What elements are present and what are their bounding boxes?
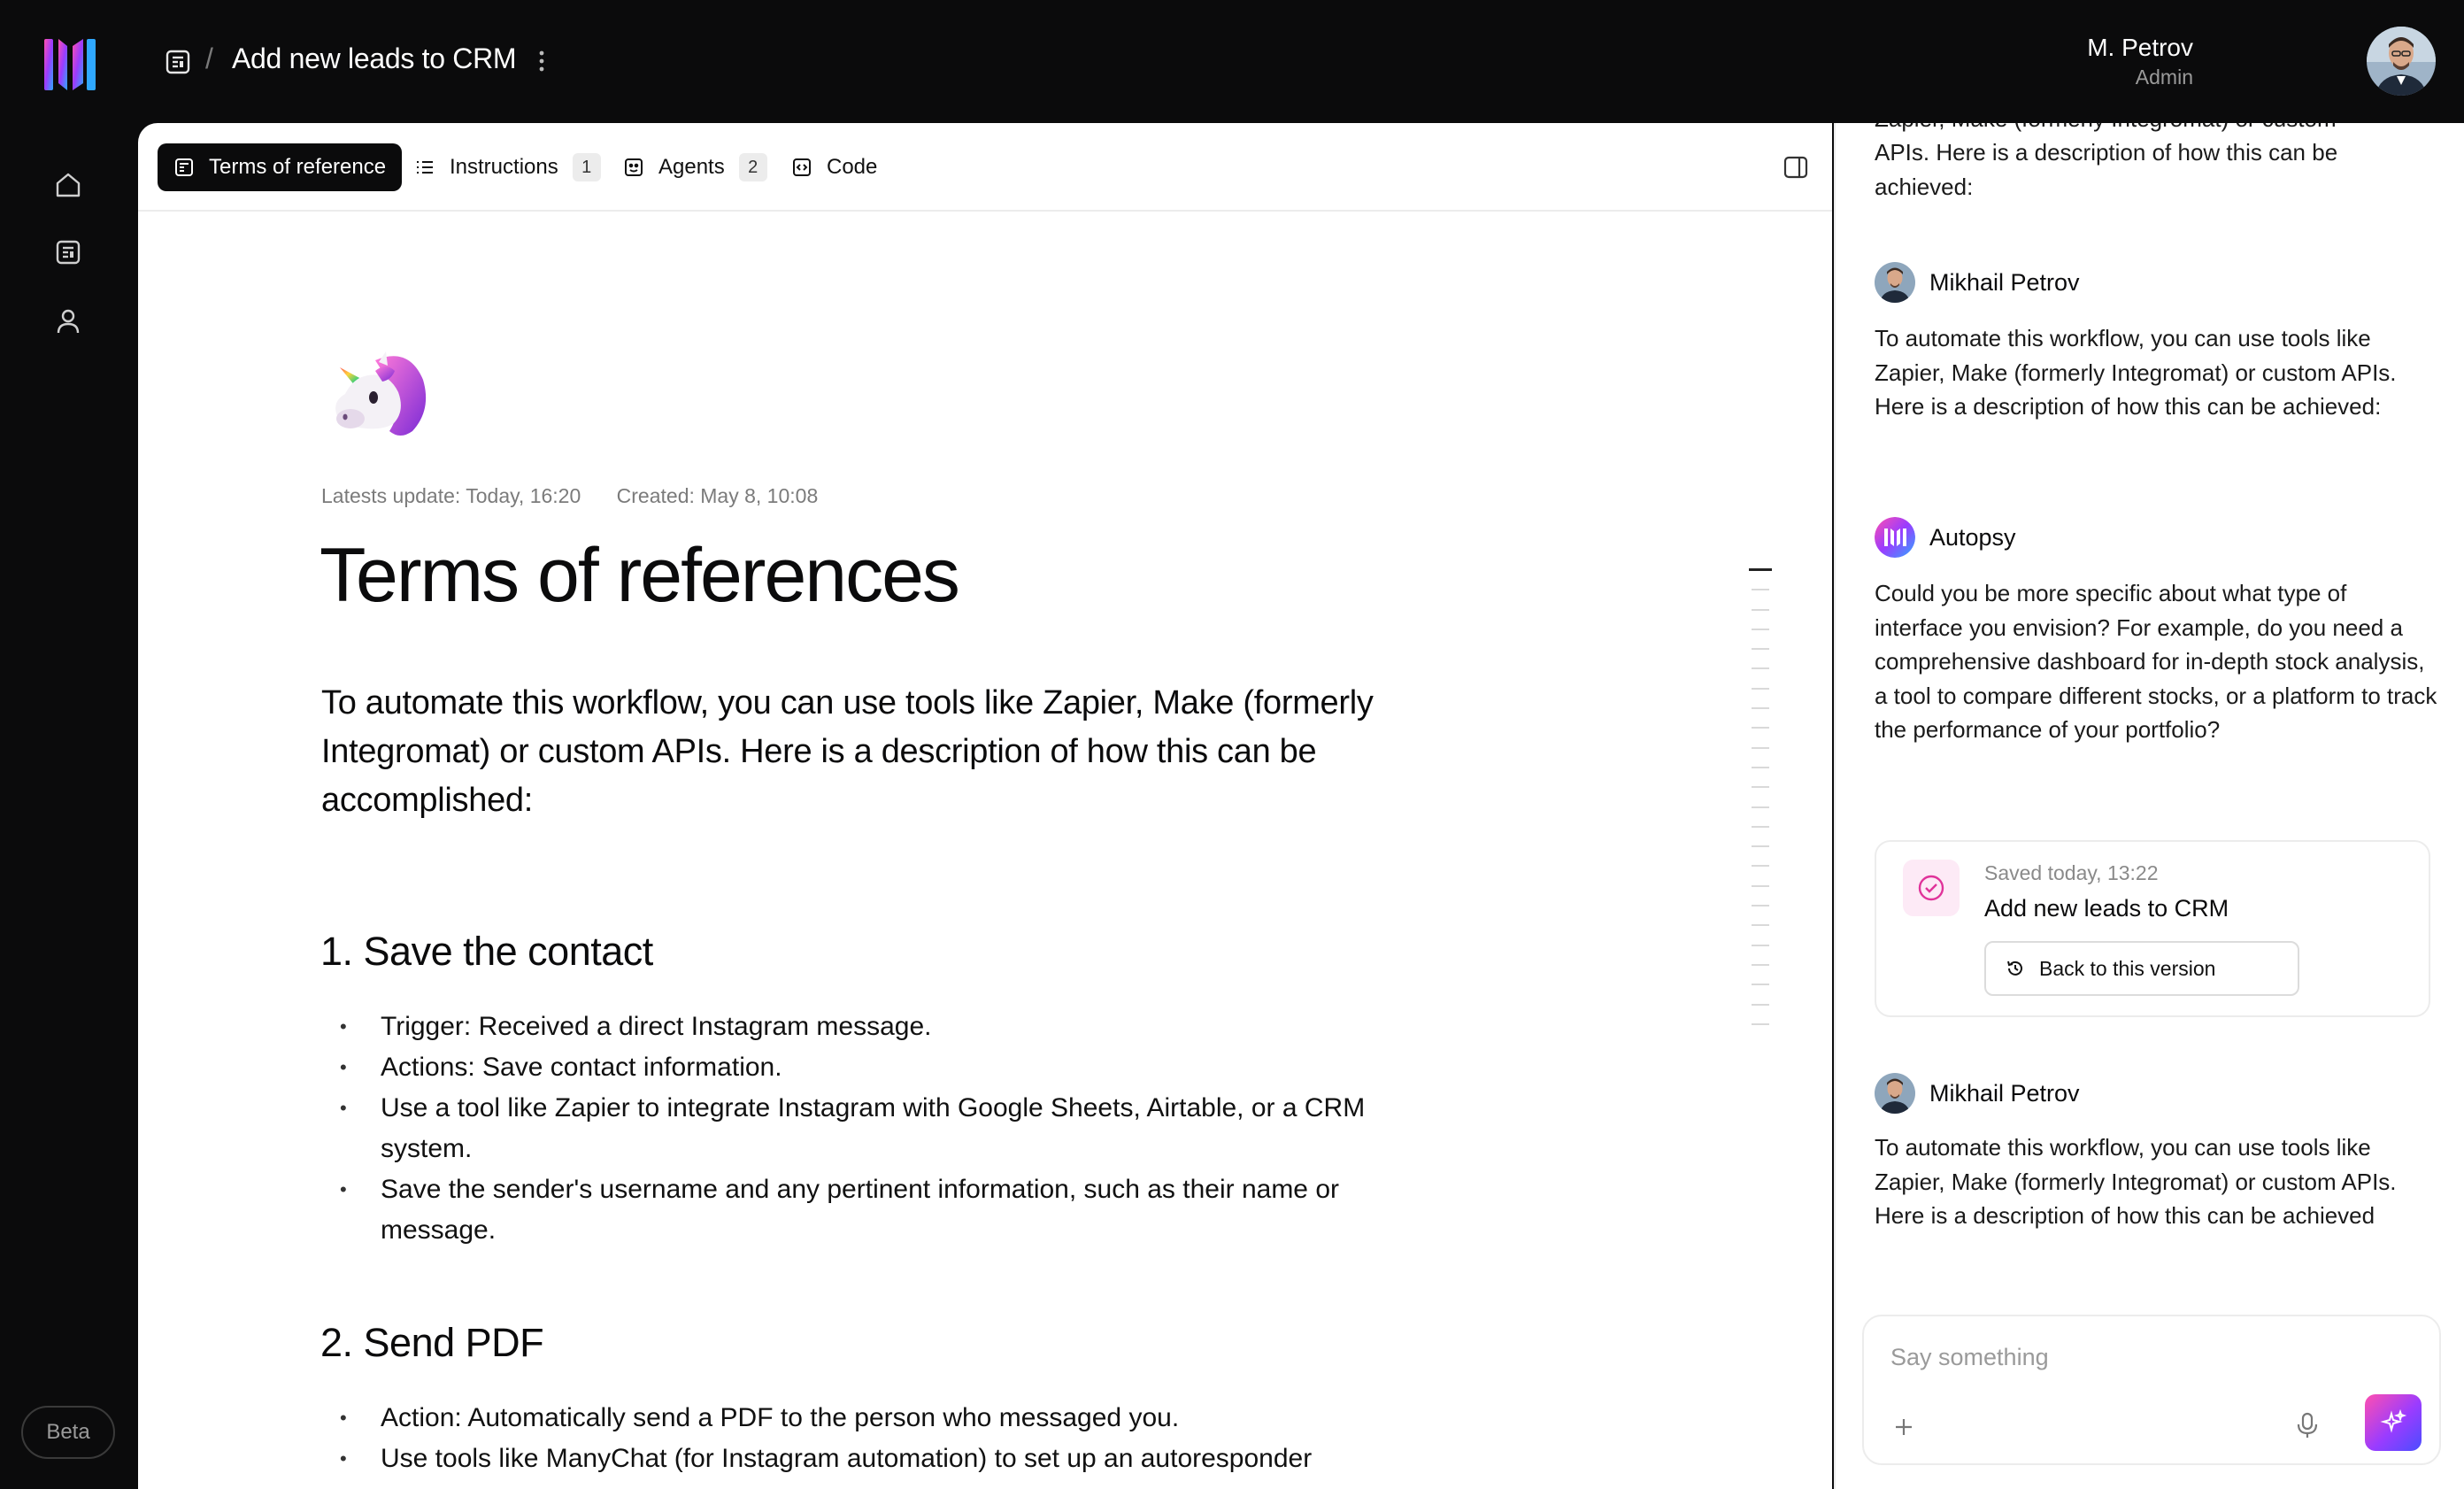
toc-tick[interactable] [1752, 746, 1769, 749]
page-title[interactable]: Add new leads to CRM [232, 42, 517, 75]
plus-icon[interactable] [1890, 1414, 1917, 1440]
toc-tick[interactable] [1752, 865, 1769, 868]
app-window: / Add new leads to CRM M. Petrov Admin B… [0, 0, 2464, 1489]
list-item: Trigger: Received a direct Instagram mes… [340, 1007, 1402, 1047]
toc-tick[interactable] [1752, 628, 1769, 630]
toc-tick[interactable] [1752, 963, 1769, 966]
document-icon [175, 158, 193, 176]
back-to-version-label: Back to this version [2039, 956, 2216, 980]
author-name: Autopsy [1929, 523, 2016, 551]
toc-tick[interactable] [1752, 984, 1769, 986]
author-name: Mikhail Petrov [1929, 1079, 2080, 1107]
list-icon [417, 161, 433, 174]
message-composer [1862, 1315, 2441, 1465]
assistant-logo-icon [1875, 517, 1915, 558]
list-item: Use tools like ManyChat (for Instagram a… [340, 1439, 1402, 1479]
toc-tick[interactable] [1752, 806, 1769, 808]
message-input[interactable] [1890, 1339, 2413, 1375]
message-author: Mikhail Petrov [1875, 1072, 2080, 1115]
document-meta: Latests update: Today, 16:20 Created: Ma… [321, 484, 818, 508]
toc-tick[interactable] [1752, 608, 1769, 611]
message-text-partial: Zapier, Make (formerly Integromat) or cu… [1875, 123, 2441, 136]
toc-tick[interactable] [1752, 667, 1769, 670]
tab-label: Terms of reference [209, 155, 387, 179]
user-role: Admin [2135, 66, 2193, 89]
ai-send-button[interactable] [2365, 1394, 2422, 1451]
document-icon[interactable] [53, 237, 83, 267]
tab-bar: Terms of reference Instructions 1 Agents… [138, 123, 1832, 212]
section-heading: 1. Save the contact [320, 929, 653, 974]
user-icon[interactable] [53, 306, 83, 336]
main-panel: Terms of reference Instructions 1 Agents… [138, 123, 1832, 1489]
toc-tick[interactable] [1752, 884, 1769, 887]
message-text: APIs. Here is a description of how this … [1875, 139, 2338, 200]
message-text: Could you be more specific about what ty… [1875, 580, 2437, 743]
last-updated: Latests update: Today, 16:20 [321, 484, 581, 507]
toc-tick[interactable] [1752, 589, 1769, 591]
toc-tick[interactable] [1752, 727, 1769, 729]
toc-tick[interactable] [1752, 1022, 1769, 1025]
message-author: Autopsy [1875, 516, 2016, 559]
tab-instructions[interactable]: Instructions 1 [414, 143, 601, 191]
count-badge: 1 [572, 153, 601, 181]
tab-label: Code [827, 155, 878, 179]
document-title: Terms of references [320, 533, 960, 618]
tab-label: Instructions [450, 155, 558, 179]
breadcrumb-separator: / [205, 42, 213, 74]
microphone-icon[interactable] [2292, 1410, 2322, 1440]
toc-tick[interactable] [1752, 845, 1769, 848]
bullet-list: Action: Automatically send a PDF to the … [340, 1398, 1402, 1479]
toc-tick[interactable] [1752, 687, 1769, 690]
tab-terms-of-reference[interactable]: Terms of reference [158, 143, 403, 191]
count-badge: 2 [738, 153, 767, 181]
beta-badge[interactable]: Beta [21, 1406, 115, 1459]
more-options-icon[interactable] [531, 46, 552, 76]
saved-version-card: Saved today, 13:22 Add new leads to CRM … [1875, 840, 2430, 1017]
avatar[interactable] [2367, 27, 2436, 96]
toc-tick[interactable] [1752, 1003, 1769, 1006]
sidebar-toggle-icon[interactable] [1783, 154, 1809, 181]
document-lead: To automate this workflow, you can use t… [321, 684, 1374, 819]
toc-tick[interactable] [1752, 825, 1769, 828]
bullet-list: Trigger: Received a direct Instagram mes… [340, 1007, 1402, 1251]
code-icon [793, 158, 811, 176]
avatar [1875, 1073, 1915, 1114]
tab-code[interactable]: Code [791, 143, 877, 191]
logo-icon[interactable] [44, 35, 96, 94]
sparkle-icon [2380, 1408, 2407, 1433]
toc-tick[interactable] [1749, 568, 1772, 571]
toc-tick[interactable] [1752, 905, 1769, 907]
message-text: To automate this workflow, you can use t… [1875, 325, 2397, 420]
home-icon[interactable] [53, 170, 83, 200]
back-to-version-button[interactable]: Back to this version [1984, 941, 2299, 996]
avatar [1875, 262, 1915, 303]
list-item: Use a tool like Zapier to integrate Inst… [340, 1088, 1402, 1169]
check-circle-icon [1903, 860, 1960, 916]
toc-tick[interactable] [1752, 707, 1769, 710]
toc-tick[interactable] [1752, 944, 1769, 946]
unicorn-icon [335, 351, 427, 436]
message-text: To automate this workflow, you can use t… [1875, 1134, 2397, 1229]
user-name: M. Petrov [2087, 34, 2193, 61]
history-icon [2007, 961, 2022, 976]
message-author: Mikhail Petrov [1875, 261, 2080, 304]
toc-tick[interactable] [1752, 766, 1769, 768]
list-item: Actions: Save contact information. [340, 1047, 1402, 1088]
list-item: Action: Automatically send a PDF to the … [340, 1398, 1402, 1439]
saved-title: Add new leads to CRM [1984, 895, 2229, 922]
list-item: Save the sender's username and any perti… [340, 1169, 1402, 1251]
toc-tick[interactable] [1752, 648, 1769, 651]
toc-tick[interactable] [1752, 924, 1769, 927]
section-heading: 2. Send PDF [320, 1320, 544, 1365]
saved-timestamp: Saved today, 13:22 [1984, 861, 2159, 884]
document-icon [166, 50, 190, 74]
tab-agents[interactable]: Agents 2 [623, 143, 767, 191]
toc-tick[interactable] [1752, 786, 1769, 789]
table-of-contents-indicator[interactable] [1749, 568, 1772, 1043]
chat-panel: Zapier, Make (formerly Integromat) or cu… [1834, 123, 2464, 1489]
tab-label: Agents [658, 155, 725, 179]
created-date: Created: May 8, 10:08 [616, 484, 819, 507]
agent-icon [625, 158, 643, 176]
author-name: Mikhail Petrov [1929, 268, 2080, 296]
